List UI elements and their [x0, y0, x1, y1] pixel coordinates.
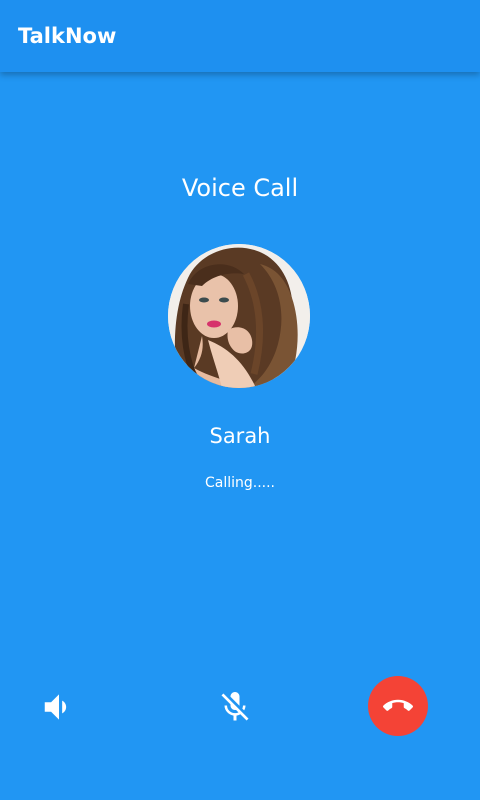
speaker-volume-icon — [44, 694, 67, 720]
microphone-off-icon — [221, 692, 249, 721]
caller-avatar — [168, 244, 310, 388]
call-type-label: Voice Call — [181, 174, 299, 202]
call-status: Calling..... — [204, 475, 276, 491]
caller-photo — [168, 244, 310, 388]
call-screen: TalkNow Voice Call Sarah Calling..... — [0, 0, 480, 800]
end-call-button[interactable] — [368, 676, 428, 736]
speaker-button[interactable] — [34, 682, 84, 732]
phone-hangup-icon — [383, 699, 413, 711]
caller-name: Sarah — [209, 424, 271, 448]
mute-button[interactable] — [210, 682, 260, 732]
app-bar: TalkNow — [0, 0, 480, 72]
app-title: TalkNow — [18, 24, 117, 48]
